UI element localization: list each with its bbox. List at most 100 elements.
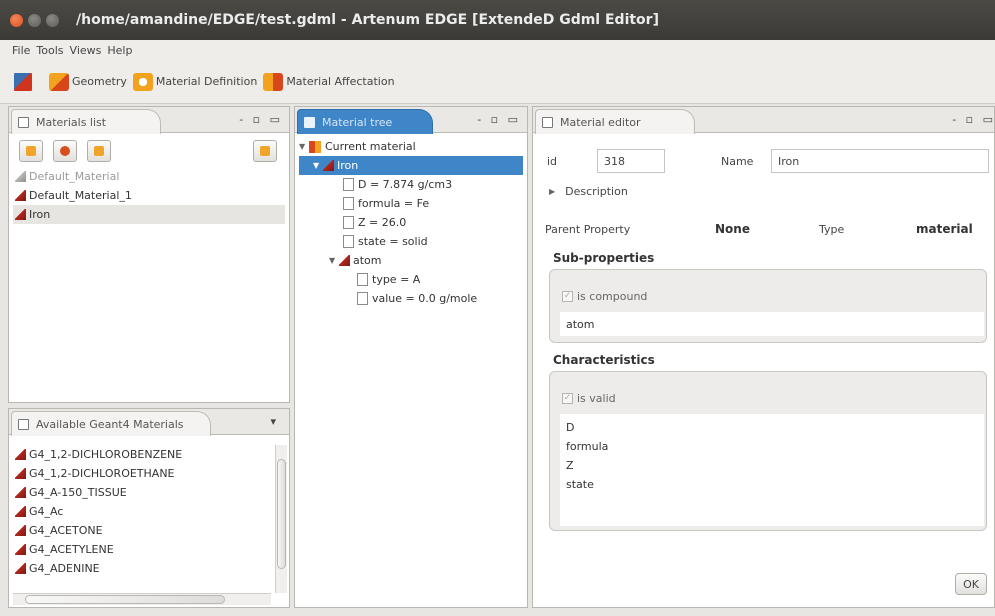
name-label: Name <box>721 155 754 168</box>
list-item[interactable]: G4_Ac <box>13 502 271 521</box>
list-item[interactable]: atom <box>560 312 984 336</box>
characteristics-group: ✓ is valid D formula Z state <box>549 371 987 531</box>
window-minimize-button[interactable] <box>28 13 41 27</box>
window-maximize-button[interactable] <box>46 13 59 27</box>
menu-views[interactable]: Views <box>70 44 102 57</box>
is-compound-checkbox[interactable]: ✓ is compound <box>562 290 647 303</box>
add-material-button[interactable] <box>19 140 43 162</box>
import-material-button[interactable] <box>253 140 277 162</box>
panel-icon <box>18 116 29 128</box>
menu-file[interactable]: File <box>12 44 30 57</box>
menu-tools[interactable]: Tools <box>36 44 63 57</box>
geometry-icon <box>49 72 69 91</box>
panel-icon <box>304 116 315 128</box>
tree-node-property[interactable]: value = 0.0 g/mole <box>299 289 523 308</box>
toolbar-material-definition-button[interactable]: Material Definition <box>132 72 257 91</box>
list-item[interactable]: Z <box>560 456 984 475</box>
toolbar-tools-button[interactable] <box>14 72 35 91</box>
list-item[interactable]: G4_1,2-DICHLOROBENZENE <box>13 445 271 464</box>
material-tree-panel: Material tree - ▫ ▭ ▼ Current material ▼… <box>294 106 528 608</box>
description-label: Description <box>565 185 628 198</box>
list-item-label: Default_Material <box>29 170 120 183</box>
materials-list-header: Materials list - ▫ ▭ <box>9 107 289 134</box>
geant4-vertical-scrollbar[interactable] <box>275 445 287 593</box>
geant4-header: Available Geant4 Materials ▾ <box>9 409 289 436</box>
tree-node-property[interactable]: Z = 26.0 <box>299 213 523 232</box>
toolbar-material-affectation-button[interactable]: Material Affectation <box>263 72 395 91</box>
tree-node-iron[interactable]: ▼ Iron <box>299 156 523 175</box>
name-field[interactable]: Iron <box>771 149 989 173</box>
tab-materials-list[interactable]: Materials list <box>11 109 161 134</box>
tree-node-label: formula = Fe <box>358 197 430 210</box>
panel-window-controls[interactable]: - ▫ ▭ <box>239 113 283 126</box>
characteristics-title: Characteristics <box>553 353 655 367</box>
toolbar-material-affectation-label: Material Affectation <box>286 75 395 88</box>
tree-node-label: state = solid <box>358 235 428 248</box>
tree-node-property[interactable]: D = 7.874 g/cm3 <box>299 175 523 194</box>
tree-node-label: Iron <box>337 159 359 172</box>
tree-node-current-material[interactable]: ▼ Current material <box>299 137 523 156</box>
is-compound-label: is compound <box>577 290 648 303</box>
tree-node-atom[interactable]: ▼ atom <box>299 251 523 270</box>
material-icon <box>15 190 26 201</box>
material-icon <box>15 563 26 574</box>
list-item[interactable]: G4_A-150_TISSUE <box>13 483 271 502</box>
panel-icon <box>542 116 553 128</box>
ok-button[interactable]: OK <box>955 573 987 595</box>
document-icon <box>343 178 354 191</box>
geant4-horizontal-scrollbar[interactable] <box>13 593 271 605</box>
list-item[interactable]: G4_ADENINE <box>13 559 271 578</box>
list-item[interactable]: formula <box>560 437 984 456</box>
window-title: /home/amandine/EDGE/test.gdml - Artenum … <box>76 12 659 28</box>
tab-geant4-materials[interactable]: Available Geant4 Materials <box>11 411 211 436</box>
chevron-down-icon[interactable]: ▾ <box>270 415 279 428</box>
list-item-label: G4_ACETONE <box>29 524 103 537</box>
duplicate-material-button[interactable] <box>87 140 111 162</box>
material-definition-icon <box>132 72 153 91</box>
scrollbar-thumb[interactable] <box>277 459 286 569</box>
panel-window-controls[interactable]: - ▫ ▭ <box>952 113 995 126</box>
tree-node-property[interactable]: type = A <box>299 270 523 289</box>
list-item[interactable]: state <box>560 475 984 494</box>
list-item[interactable]: Default_Material_1 <box>13 186 285 205</box>
window-titlebar: /home/amandine/EDGE/test.gdml - Artenum … <box>0 0 995 40</box>
panel-window-controls[interactable]: - ▫ ▭ <box>477 113 521 126</box>
menu-help[interactable]: Help <box>107 44 132 57</box>
tree-node-property[interactable]: state = solid <box>299 232 523 251</box>
list-item-label: G4_1,2-DICHLOROETHANE <box>29 467 175 480</box>
material-icon <box>15 506 26 517</box>
list-item[interactable]: Iron <box>13 205 285 224</box>
expand-arrow-icon[interactable]: ▼ <box>313 161 323 170</box>
expand-arrow-icon[interactable]: ▼ <box>329 256 339 265</box>
list-item-label: G4_ACETYLENE <box>29 543 114 556</box>
expand-arrow-icon[interactable]: ▼ <box>299 142 309 151</box>
document-icon <box>357 273 368 286</box>
id-field[interactable]: 318 <box>597 149 665 173</box>
parent-property-value: None <box>715 222 750 236</box>
tools-icon <box>14 72 32 91</box>
list-item[interactable]: G4_ACETONE <box>13 521 271 540</box>
scrollbar-thumb[interactable] <box>25 595 225 604</box>
tab-material-tree[interactable]: Material tree <box>297 109 433 134</box>
is-valid-checkbox[interactable]: ✓ is valid <box>562 392 616 405</box>
tree-node-label: Z = 26.0 <box>358 216 407 229</box>
tree-node-property[interactable]: formula = Fe <box>299 194 523 213</box>
document-icon <box>343 197 354 210</box>
material-editor-panel: Material editor - ▫ ▭ id 318 Name Iron ▶… <box>532 106 995 608</box>
toolbar-geometry-button[interactable]: Geometry <box>49 72 127 91</box>
list-item-label: Iron <box>29 208 51 221</box>
tab-material-editor[interactable]: Material editor <box>535 109 695 134</box>
window-close-button[interactable] <box>10 13 23 27</box>
list-item[interactable]: D <box>560 418 984 437</box>
list-item-label: Default_Material_1 <box>29 189 132 202</box>
tab-materials-list-label: Materials list <box>36 115 107 129</box>
document-icon <box>357 292 368 305</box>
remove-material-button[interactable] <box>53 140 77 162</box>
is-valid-label: is valid <box>577 392 616 405</box>
list-item[interactable]: Default_Material <box>13 167 285 186</box>
sub-properties-list: atom <box>560 312 984 336</box>
list-item[interactable]: G4_ACETYLENE <box>13 540 271 559</box>
list-item-label: G4_1,2-DICHLOROBENZENE <box>29 448 183 461</box>
description-toggle[interactable]: ▶ Description <box>549 185 628 198</box>
list-item[interactable]: G4_1,2-DICHLOROETHANE <box>13 464 271 483</box>
